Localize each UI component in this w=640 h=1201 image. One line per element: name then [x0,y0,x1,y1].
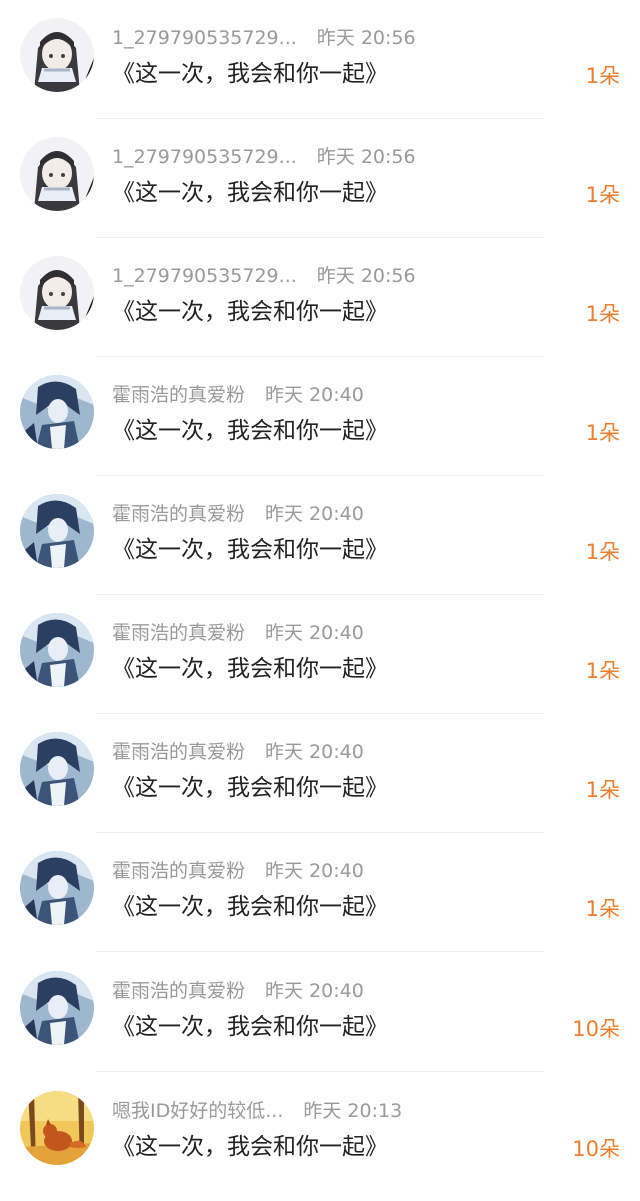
work-title: 《这一次，我会和你一起》 [112,656,388,682]
avatar[interactable] [20,256,94,330]
flower-count: 1朵 [585,778,620,802]
timestamp: 昨天 20:40 [265,980,364,1002]
flower-count: 10朵 [572,1137,620,1161]
user-name[interactable]: 霍雨浩的真爱粉 [112,382,245,408]
work-title: 《这一次，我会和你一起》 [112,418,388,444]
avatar-blue-boy-icon [20,851,94,925]
item-meta: 霍雨浩的真爱粉 昨天 20:40 [112,382,364,408]
user-name[interactable]: 1_279790535729... [112,263,297,289]
flower-count: 1朵 [585,421,620,445]
item-meta: 霍雨浩的真爱粉 昨天 20:40 [112,620,364,646]
timestamp: 昨天 20:40 [265,741,364,763]
item-meta: 1_279790535729... 昨天 20:56 [112,25,416,51]
avatar-girl-scarf-icon [20,18,94,92]
item-meta: 霍雨浩的真爱粉 昨天 20:40 [112,739,364,765]
avatar[interactable] [20,18,94,92]
user-name[interactable]: 霍雨浩的真爱粉 [112,978,245,1004]
user-name[interactable]: 霍雨浩的真爱粉 [112,858,245,884]
flower-count: 1朵 [585,540,620,564]
flower-count: 1朵 [585,183,620,207]
avatar[interactable] [20,851,94,925]
list-item[interactable]: 霍雨浩的真爱粉 昨天 20:40 《这一次，我会和你一起》 1朵 [0,476,640,595]
timestamp: 昨天 20:56 [316,27,416,49]
timestamp: 昨天 20:56 [316,265,416,287]
list-item[interactable]: 1_279790535729... 昨天 20:56 《这一次，我会和你一起》 1… [0,0,640,119]
work-title: 《这一次，我会和你一起》 [112,775,388,801]
avatar[interactable] [20,613,94,687]
work-title: 《这一次，我会和你一起》 [112,180,388,206]
user-name[interactable]: 1_279790535729... [112,144,297,170]
item-meta: 霍雨浩的真爱粉 昨天 20:40 [112,858,364,884]
avatar-girl-scarf-icon [20,137,94,211]
flower-count: 1朵 [585,302,620,326]
avatar[interactable] [20,494,94,568]
avatar[interactable] [20,137,94,211]
timestamp: 昨天 20:40 [265,622,364,644]
timestamp: 昨天 20:13 [303,1100,403,1122]
avatar-blue-boy-icon [20,494,94,568]
work-title: 《这一次，我会和你一起》 [112,61,388,87]
list-item[interactable]: 嗯我ID好好的较低... 昨天 20:13 《这一次，我会和你一起》 10朵 [0,1073,640,1192]
avatar-autumn-fox-icon [20,1091,94,1165]
avatar[interactable] [20,971,94,1045]
list-item[interactable]: 霍雨浩的真爱粉 昨天 20:40 《这一次，我会和你一起》 1朵 [0,833,640,952]
work-title: 《这一次，我会和你一起》 [112,299,388,325]
divider [96,1071,544,1072]
flower-count: 1朵 [585,64,620,88]
item-meta: 1_279790535729... 昨天 20:56 [112,144,416,170]
work-title: 《这一次，我会和你一起》 [112,1014,388,1040]
avatar[interactable] [20,1091,94,1165]
item-meta: 霍雨浩的真爱粉 昨天 20:40 [112,978,364,1004]
avatar-blue-boy-icon [20,732,94,806]
user-name[interactable]: 霍雨浩的真爱粉 [112,739,245,765]
work-title: 《这一次，我会和你一起》 [112,1134,388,1160]
flower-count: 10朵 [572,1017,620,1041]
avatar-girl-scarf-icon [20,256,94,330]
timestamp: 昨天 20:40 [265,503,364,525]
item-meta: 1_279790535729... 昨天 20:56 [112,263,416,289]
user-name[interactable]: 嗯我ID好好的较低... [112,1098,283,1124]
user-name[interactable]: 霍雨浩的真爱粉 [112,620,245,646]
list-item[interactable]: 霍雨浩的真爱粉 昨天 20:40 《这一次，我会和你一起》 1朵 [0,714,640,833]
divider [96,951,544,952]
list-item[interactable]: 1_279790535729... 昨天 20:56 《这一次，我会和你一起》 1… [0,238,640,357]
item-meta: 霍雨浩的真爱粉 昨天 20:40 [112,501,364,527]
timestamp: 昨天 20:56 [316,146,416,168]
flower-count: 1朵 [585,659,620,683]
list-item[interactable]: 霍雨浩的真爱粉 昨天 20:40 《这一次，我会和你一起》 1朵 [0,595,640,714]
timestamp: 昨天 20:40 [265,384,364,406]
item-meta: 嗯我ID好好的较低... 昨天 20:13 [112,1098,402,1124]
user-name[interactable]: 1_279790535729... [112,25,297,51]
user-name[interactable]: 霍雨浩的真爱粉 [112,501,245,527]
flower-count: 1朵 [585,897,620,921]
list-item[interactable]: 霍雨浩的真爱粉 昨天 20:40 《这一次，我会和你一起》 1朵 [0,357,640,476]
gift-record-list: 1_279790535729... 昨天 20:56 《这一次，我会和你一起》 1… [0,0,640,1201]
timestamp: 昨天 20:40 [265,860,364,882]
avatar[interactable] [20,732,94,806]
work-title: 《这一次，我会和你一起》 [112,537,388,563]
avatar[interactable] [20,375,94,449]
avatar-blue-boy-icon [20,613,94,687]
avatar-blue-boy-icon [20,375,94,449]
list-item[interactable]: 霍雨浩的真爱粉 昨天 20:40 《这一次，我会和你一起》 10朵 [0,953,640,1072]
avatar-blue-boy-icon [20,971,94,1045]
work-title: 《这一次，我会和你一起》 [112,894,388,920]
list-item[interactable]: 1_279790535729... 昨天 20:56 《这一次，我会和你一起》 1… [0,119,640,238]
